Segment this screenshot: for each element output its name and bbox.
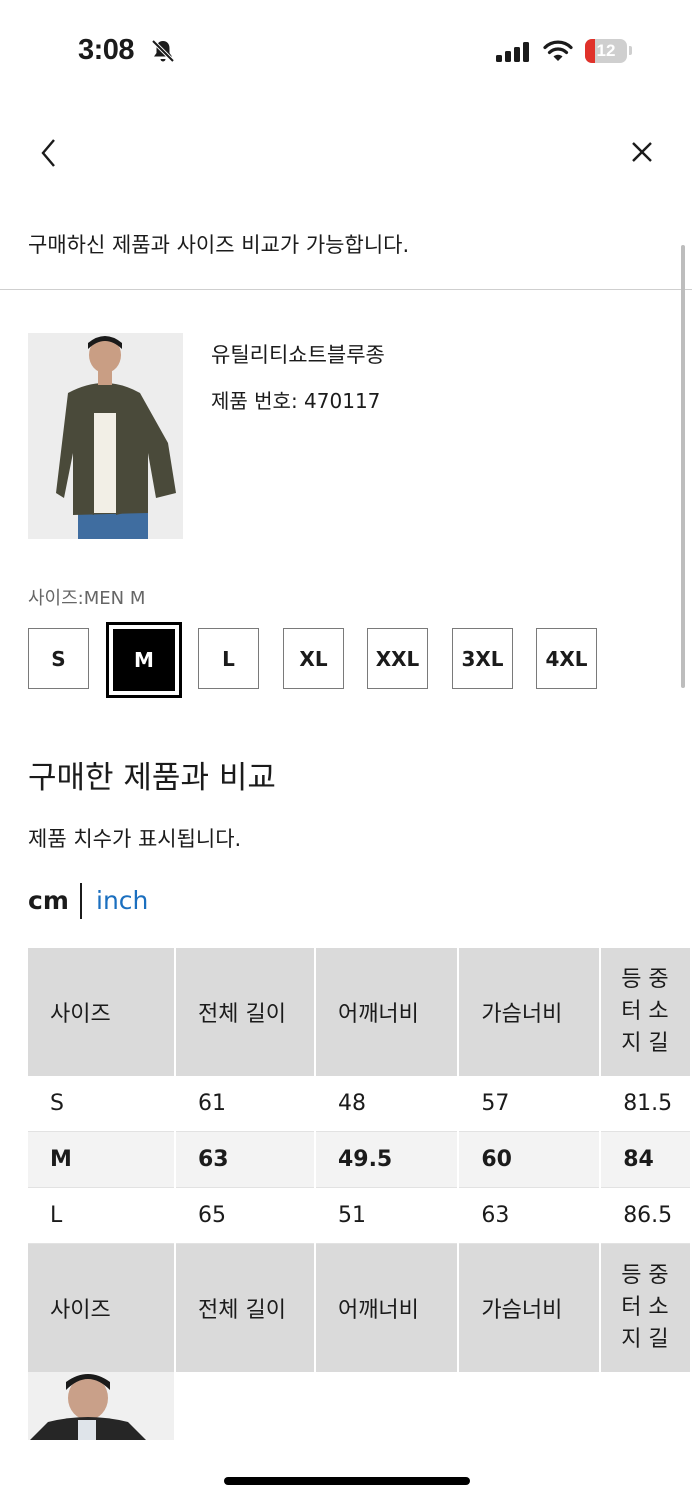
table-cell: S [28,1076,174,1132]
table-cell: 48 [315,1076,458,1132]
table-header-row: 사이즈 전체 길이 어깨너비 가슴너비 등 중 터 소 지 길 [28,1244,690,1372]
divider [0,289,692,290]
size-button-s[interactable]: S [28,628,89,689]
status-time: 3:08 [78,34,135,66]
table-cell [601,1372,690,1440]
table-cell: 84 [601,1132,690,1188]
compare-title: 구매한 제품과 비교 [28,760,276,796]
home-indicator[interactable] [224,1477,470,1485]
table-cell: 65 [176,1188,314,1244]
table-header: 사이즈 [28,1244,174,1372]
size-button-3xl[interactable]: 3XL [452,628,513,689]
table-cell [176,1372,314,1440]
table-cell: 51 [315,1188,458,1244]
table-cell: L [28,1188,174,1244]
product-name: 유틸리티쇼트블루종 [211,343,385,367]
bell-muted-icon [150,38,176,68]
table-cell: 81.5 [601,1076,690,1132]
table-cell: 60 [459,1132,600,1188]
table-header: 전체 길이 [176,1244,314,1372]
unit-separator [80,883,82,919]
table-header-row: 사이즈 전체 길이 어깨너비 가슴너비 등 중 터 소 지 길 [28,948,690,1076]
cellular-signal-icon [496,42,530,66]
table-header: 전체 길이 [176,948,314,1076]
unit-inch-toggle[interactable]: inch [96,886,148,915]
compare-subtitle: 제품 치수가 표시됩니다. [28,827,242,851]
table-cell [459,1372,599,1440]
size-label: 사이즈:MEN M [28,588,146,609]
table-cell: 57 [459,1076,600,1132]
model-photo [28,1372,174,1440]
table-cell: 61 [176,1076,314,1132]
unit-cm-toggle[interactable]: cm [28,886,69,915]
model-photo-cell [28,1372,174,1440]
table-header: 등 중 터 소 지 길 [601,948,690,1076]
product-image [28,333,183,539]
table-row: L 65 51 63 86.5 [28,1188,690,1244]
table-header: 가슴너비 [459,1244,600,1372]
table-cell: 63 [459,1188,600,1244]
chevron-left-icon[interactable] [38,138,60,172]
intro-text: 구매하신 제품과 사이즈 비교가 가능합니다. [28,233,410,257]
close-icon[interactable] [630,140,654,168]
table-cell: 63 [176,1132,314,1188]
table-row: S 61 48 57 81.5 [28,1076,690,1132]
table-header: 어깨너비 [315,948,458,1076]
size-button-xl[interactable]: XL [283,628,344,689]
size-button-l[interactable]: L [198,628,259,689]
wifi-icon [543,39,573,67]
table-cell: 49.5 [315,1132,458,1188]
product-number: 제품 번호: 470117 [211,389,381,413]
table-cell: 86.5 [601,1188,690,1244]
size-button-4xl[interactable]: 4XL [536,628,597,689]
size-button-xxl[interactable]: XXL [367,628,428,689]
table-header: 가슴너비 [459,948,600,1076]
table-cell [316,1372,457,1440]
table-row [28,1372,690,1440]
battery-indicator: 12 [585,39,627,63]
table-row-selected: M 63 49.5 60 84 [28,1132,690,1188]
table-cell: M [28,1132,174,1188]
table-header: 어깨너비 [315,1244,458,1372]
scrollbar[interactable] [681,245,685,688]
table-header: 등 중 터 소 지 길 [601,1244,690,1372]
size-button-m[interactable]: M [106,622,182,698]
table-header: 사이즈 [28,948,174,1076]
size-table[interactable]: 사이즈 전체 길이 어깨너비 가슴너비 등 중 터 소 지 길 S 61 48 … [28,948,692,1440]
battery-tip [629,46,632,55]
